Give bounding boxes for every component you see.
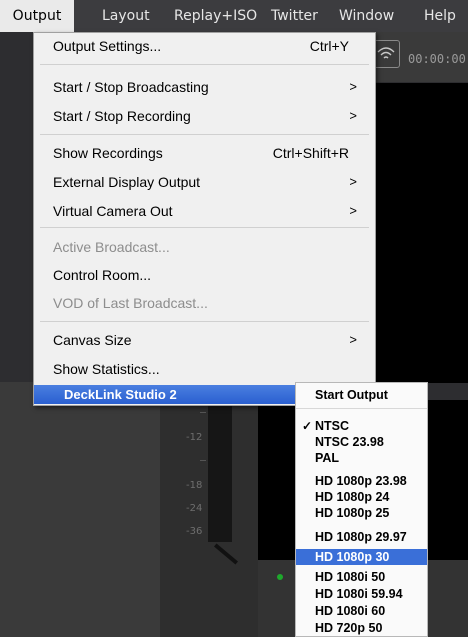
menu-layout[interactable]: Layout <box>102 0 150 32</box>
menu-item-start-stop-broadcasting[interactable]: Start / Stop Broadcasting > <box>34 75 375 99</box>
format-item[interactable]: HD 720p 50 <box>296 620 427 636</box>
db-label: -12 <box>186 432 203 443</box>
format-item-ntsc[interactable]: ✓ NTSC <box>296 418 427 434</box>
meter-tick <box>200 412 206 413</box>
db-label: -36 <box>186 526 203 537</box>
status-indicator <box>277 574 283 580</box>
menu-item-external-display-output[interactable]: External Display Output > <box>34 170 375 194</box>
menu-item-start-output[interactable]: Start Output <box>296 387 427 403</box>
output-menu: Output Settings... Ctrl+Y Start / Stop B… <box>33 32 376 406</box>
decklink-submenu: Start Output ✓ NTSC NTSC 23.98 PAL HD 10… <box>295 382 428 637</box>
format-item[interactable]: HD 1080i 50 <box>296 569 427 585</box>
submenu-arrow-icon: > <box>349 174 357 189</box>
broadcast-timer: 00:00:00 <box>408 52 466 66</box>
format-item[interactable]: NTSC 23.98 <box>296 434 427 450</box>
menu-item-canvas-size[interactable]: Canvas Size > <box>34 328 375 352</box>
separator <box>40 321 369 322</box>
menu-item-show-statistics[interactable]: Show Statistics... <box>34 357 375 381</box>
wifi-broadcast-icon <box>377 47 395 59</box>
db-label: -18 <box>186 480 203 491</box>
format-item[interactable]: PAL <box>296 450 427 466</box>
menu-item-virtual-camera-out[interactable]: Virtual Camera Out > <box>34 199 375 223</box>
db-label: -24 <box>186 503 203 514</box>
separator <box>40 64 369 65</box>
menu-window[interactable]: Window <box>339 0 394 32</box>
format-item[interactable]: HD 1080p 23.98 <box>296 473 427 489</box>
meter-tick <box>200 460 206 461</box>
menu-help[interactable]: Help <box>424 0 456 32</box>
format-item-selected[interactable]: HD 1080p 30 <box>296 549 427 565</box>
menu-item-show-recordings[interactable]: Show Recordings Ctrl+Shift+R <box>34 141 375 165</box>
menu-twitter[interactable]: Twitter <box>271 0 318 32</box>
format-item[interactable]: HD 1080p 25 <box>296 505 427 521</box>
menu-item-vod-last-broadcast: VOD of Last Broadcast... <box>53 295 208 311</box>
menu-item-control-room[interactable]: Control Room... <box>34 263 375 287</box>
submenu-arrow-icon: > <box>349 79 357 94</box>
format-item[interactable]: HD 1080p 29.97 <box>296 529 427 545</box>
menu-item-start-stop-recording[interactable]: Start / Stop Recording > <box>34 104 375 128</box>
submenu-arrow-icon: > <box>349 108 357 123</box>
format-item[interactable]: HD 1080i 59.94 <box>296 586 427 602</box>
menu-item-active-broadcast: Active Broadcast... <box>53 239 170 255</box>
check-icon: ✓ <box>302 419 313 433</box>
submenu-arrow-icon: > <box>349 332 357 347</box>
separator <box>296 408 427 409</box>
menu-output[interactable]: Output <box>0 0 74 32</box>
menu-item-output-settings[interactable]: Output Settings... Ctrl+Y <box>34 34 375 58</box>
left-panel <box>0 382 160 637</box>
program-preview <box>375 83 468 383</box>
separator <box>40 227 369 228</box>
menu-bar: Output Layout Replay+ISO Twitter Window … <box>0 0 468 32</box>
separator <box>40 134 369 135</box>
menu-replay-iso[interactable]: Replay+ISO <box>174 0 257 32</box>
format-item[interactable]: HD 1080i 60 <box>296 603 427 619</box>
format-item[interactable]: HD 1080p 24 <box>296 489 427 505</box>
submenu-arrow-icon: > <box>349 203 357 218</box>
audio-meter <box>208 382 232 542</box>
